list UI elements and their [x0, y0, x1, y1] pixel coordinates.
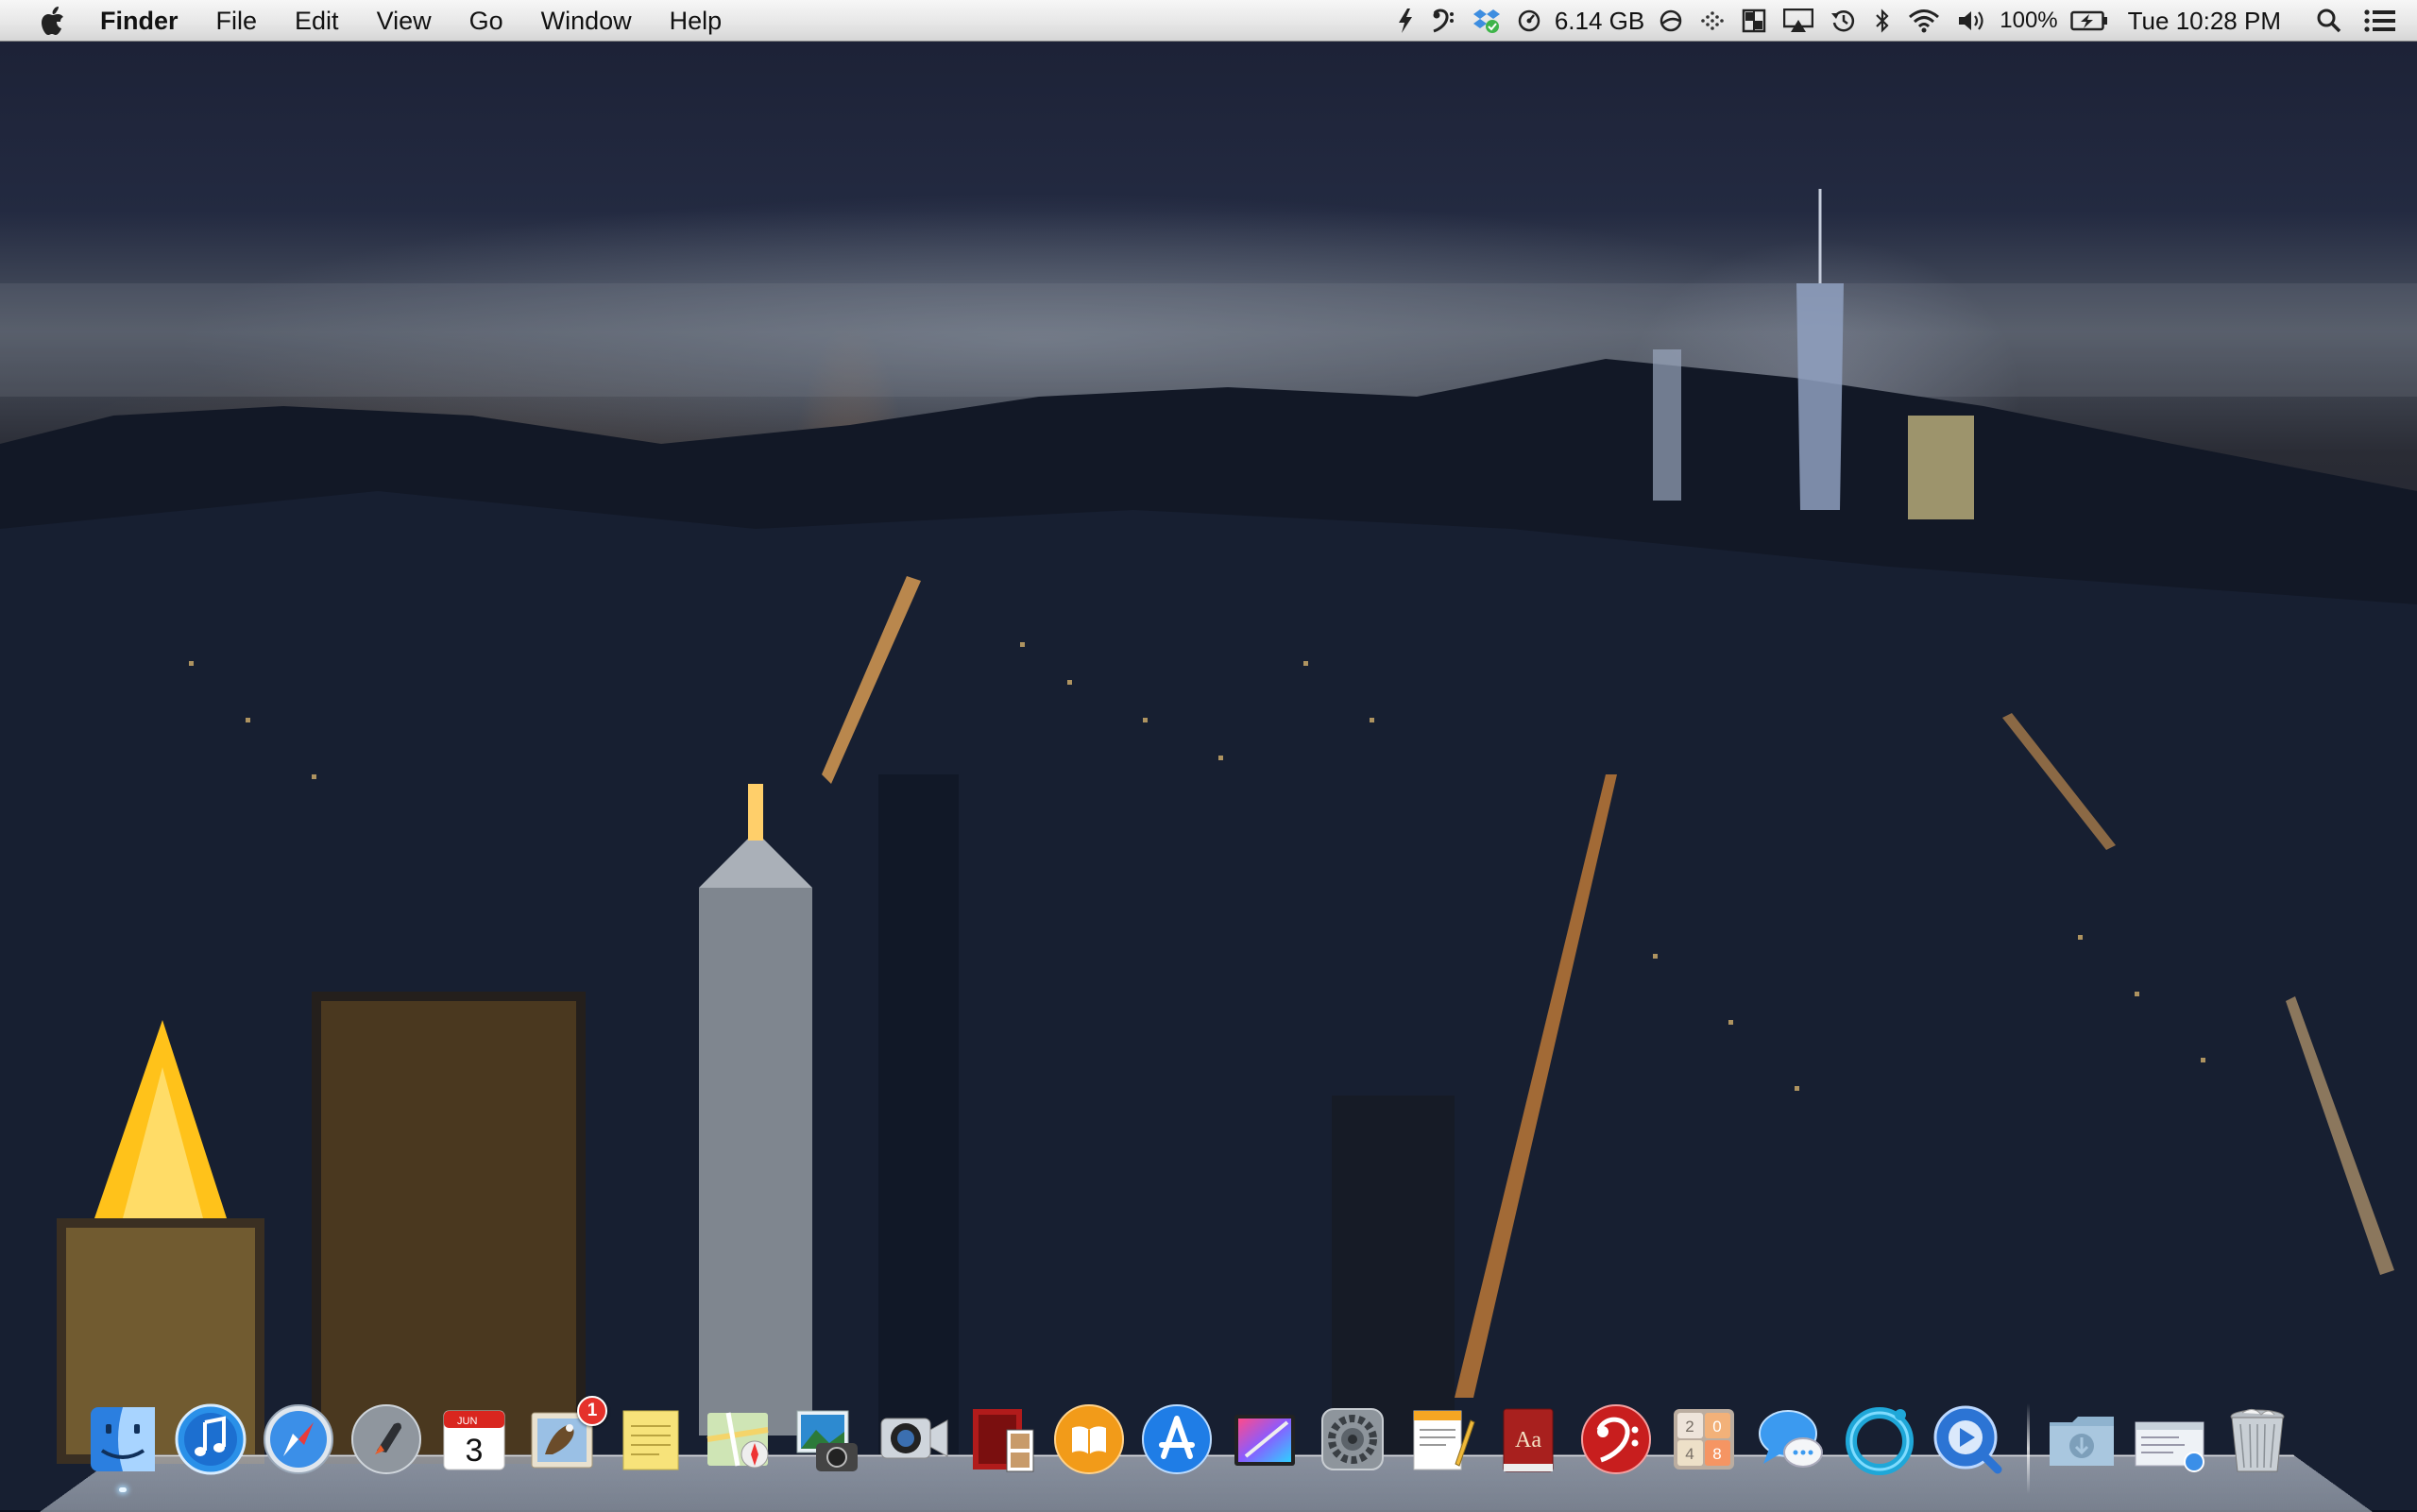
notification-center-icon[interactable] [2364, 0, 2396, 42]
battery-icon[interactable] [2070, 0, 2108, 42]
circle-status-icon[interactable] [1659, 0, 1683, 42]
wifi-icon[interactable] [1908, 0, 1940, 42]
menu-edit[interactable]: Edit [276, 0, 358, 42]
menu-view[interactable]: View [358, 0, 451, 42]
dock-capo[interactable] [1576, 1400, 1656, 1479]
dock-system-preferences[interactable] [1313, 1400, 1392, 1479]
menu-app-name[interactable]: Finder [100, 0, 197, 42]
dock-calendar[interactable]: JUN 3 [434, 1400, 514, 1479]
downloads-folder-icon [2044, 1402, 2119, 1477]
apple-menu-icon[interactable] [36, 5, 68, 37]
battery-percent[interactable]: 100% [2000, 8, 2057, 34]
mail-unread-badge: 1 [577, 1396, 607, 1426]
dock-trash[interactable] [2218, 1400, 2297, 1479]
memory-status[interactable]: 6.14 GB [1555, 7, 1644, 36]
safari-icon [261, 1402, 336, 1477]
tile-1: 2 [1685, 1418, 1694, 1436]
dictionary-label: Aa [1515, 1428, 1541, 1453]
dictionary-icon: Aa [1490, 1402, 1566, 1477]
menu-clock[interactable]: Tue 10:28 PM [2128, 7, 2281, 36]
trash-icon [2220, 1402, 2295, 1477]
dock-separator [2027, 1403, 2030, 1494]
bass-clef-icon[interactable] [1431, 0, 1455, 42]
tile-2: 0 [1712, 1418, 1721, 1436]
quicktime-icon [1930, 1402, 2005, 1477]
spotlight-search-icon[interactable] [2317, 0, 2341, 42]
dock-ibooks[interactable] [1049, 1400, 1129, 1479]
facetime-icon [876, 1402, 951, 1477]
launchpad-icon [349, 1402, 424, 1477]
menu-go[interactable]: Go [451, 0, 522, 42]
tile-3: 4 [1685, 1445, 1694, 1463]
dropbox-sync-icon[interactable] [1472, 0, 1501, 42]
dock-itunes[interactable] [171, 1400, 250, 1479]
dock-downloads-stack[interactable] [2042, 1400, 2121, 1479]
lightning-bolt-icon[interactable] [1397, 0, 1414, 42]
photo-booth-icon [963, 1402, 1039, 1477]
system-preferences-icon [1315, 1402, 1390, 1477]
airplay-icon[interactable] [1783, 0, 1813, 42]
menu-help[interactable]: Help [651, 0, 741, 42]
dock-app-store[interactable] [1137, 1400, 1217, 1479]
dot-grid-icon[interactable] [1700, 0, 1725, 42]
messages-icon [1754, 1402, 1830, 1477]
finder-icon [85, 1402, 161, 1477]
image-capture-icon [788, 1402, 863, 1477]
ring-app-icon [1842, 1402, 1917, 1477]
menu-window[interactable]: Window [522, 0, 651, 42]
dock-maps[interactable] [698, 1400, 777, 1479]
dock-quicktime[interactable] [1928, 1400, 2007, 1479]
documents-stack-icon [2132, 1402, 2207, 1477]
menu-bar: Finder File Edit View Go Window Help 6.1… [0, 0, 2417, 42]
maps-icon [700, 1402, 775, 1477]
dock-messages[interactable] [1752, 1400, 1831, 1479]
calendar-day: 3 [466, 1433, 484, 1469]
dock-dictionary[interactable]: Aa [1489, 1400, 1568, 1479]
tile-4: 8 [1712, 1445, 1721, 1463]
desktop-wallpaper [0, 0, 2417, 1510]
menu-file[interactable]: File [197, 0, 277, 42]
running-indicator [119, 1487, 127, 1492]
calendar-icon: JUN 3 [436, 1402, 512, 1477]
window-grid-icon[interactable] [1742, 0, 1766, 42]
itunes-icon [173, 1402, 248, 1477]
dock-image-capture[interactable] [786, 1400, 865, 1479]
stickies-icon [612, 1402, 688, 1477]
app-store-icon [1139, 1402, 1215, 1477]
dock-ring-app[interactable] [1840, 1400, 1919, 1479]
dock-launchpad[interactable] [347, 1400, 426, 1479]
volume-icon[interactable] [1957, 0, 1985, 42]
dock-facetime[interactable] [874, 1400, 953, 1479]
memory-gauge-icon[interactable] [1518, 0, 1540, 42]
city-skyline-image [0, 0, 2417, 1510]
pages-icon [1403, 1402, 1478, 1477]
dock-photo-booth[interactable] [962, 1400, 1041, 1479]
dock-2048[interactable]: 2 0 4 8 [1664, 1400, 1744, 1479]
dock-pages[interactable] [1401, 1400, 1480, 1479]
dock-final-cut[interactable] [1225, 1400, 1304, 1479]
dock-documents-stack[interactable] [2130, 1400, 2209, 1479]
bass-clef-icon [1578, 1402, 1654, 1477]
bluetooth-icon[interactable] [1874, 0, 1891, 42]
dock-finder[interactable] [83, 1400, 162, 1479]
ibooks-icon [1051, 1402, 1127, 1477]
time-machine-icon[interactable] [1830, 0, 1857, 42]
dock-mail[interactable]: 1 [522, 1400, 602, 1479]
final-cut-icon [1227, 1402, 1302, 1477]
calendar-month: JUN [457, 1416, 477, 1427]
dock-stickies[interactable] [610, 1400, 689, 1479]
2048-icon: 2 0 4 8 [1666, 1402, 1742, 1477]
dock-safari[interactable] [259, 1400, 338, 1479]
